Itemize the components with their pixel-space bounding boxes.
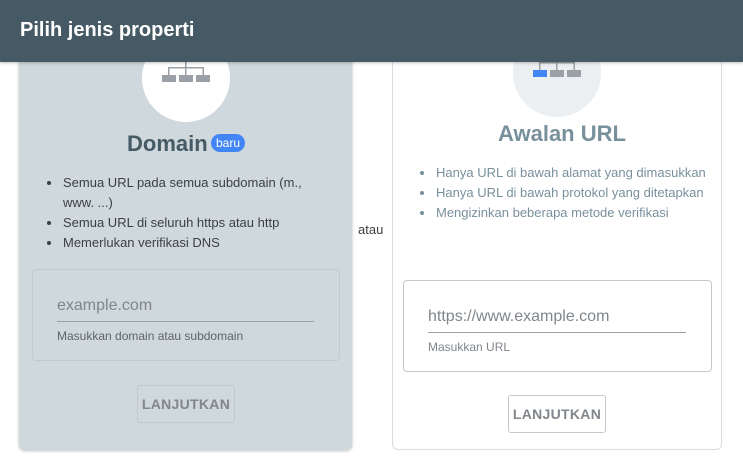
domain-title: Domain bbox=[127, 131, 208, 156]
url-continue-button[interactable]: LANJUTKAN bbox=[508, 395, 606, 433]
list-item: Hanya URL di bawah alamat yang dimasukka… bbox=[418, 163, 708, 183]
domain-field-box: Masukkan domain atau subdomain bbox=[32, 269, 340, 361]
url-feature-list: Hanya URL di bawah alamat yang dimasukka… bbox=[418, 163, 708, 223]
domain-input[interactable] bbox=[57, 293, 314, 322]
dialog-title: Pilih jenis properti bbox=[20, 19, 195, 41]
list-item: Semua URL pada semua subdomain (m., www.… bbox=[45, 173, 325, 213]
list-item: Semua URL di seluruh https atau http bbox=[45, 213, 325, 233]
url-field-box: Masukkan URL bbox=[403, 280, 712, 372]
dialog-header: Pilih jenis properti bbox=[0, 0, 743, 62]
url-prefix-card[interactable]: Awalan URL Hanya URL di bawah alamat yan… bbox=[392, 29, 722, 450]
domain-help-text: Masukkan domain atau subdomain bbox=[57, 329, 244, 343]
url-input[interactable] bbox=[428, 304, 686, 333]
list-item: Memerlukan verifikasi DNS bbox=[45, 233, 325, 253]
url-help-text: Masukkan URL bbox=[428, 340, 511, 354]
new-badge: baru bbox=[211, 134, 246, 152]
separator-text: atau bbox=[358, 222, 384, 237]
domain-card[interactable]: Domain baru Semua URL pada semua subdoma… bbox=[19, 30, 352, 450]
list-item: Hanya URL di bawah protokol yang ditetap… bbox=[418, 183, 708, 203]
domain-feature-list: Semua URL pada semua subdomain (m., www.… bbox=[45, 173, 325, 253]
domain-continue-button[interactable]: LANJUTKAN bbox=[137, 385, 235, 423]
list-item: Mengizinkan beberapa metode verifikasi bbox=[418, 203, 708, 223]
url-prefix-title: Awalan URL bbox=[498, 121, 626, 146]
